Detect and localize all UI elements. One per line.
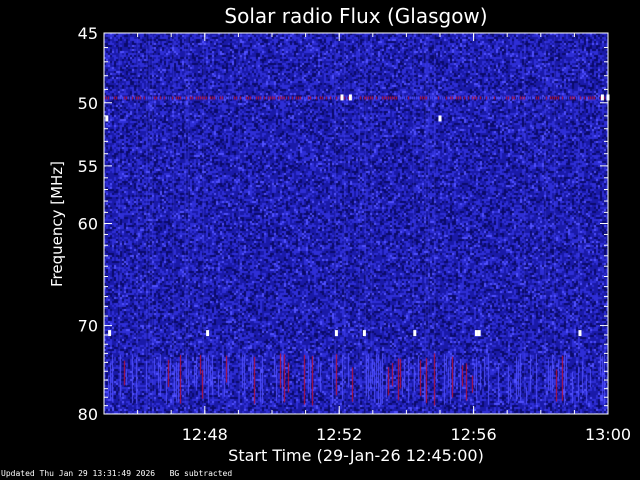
updated-timestamp: Updated Thu Jan 29 13:31:49 2026 (1, 469, 156, 478)
footer: Updated Thu Jan 29 13:31:49 2026 BG subt… (1, 469, 232, 479)
bright-spot (108, 330, 112, 337)
y-tick-label: 55 (78, 157, 98, 176)
y-tick-label: 80 (78, 405, 98, 424)
bright-spot (413, 330, 417, 337)
bright-spot (600, 94, 604, 101)
y-tick-label: 70 (78, 317, 98, 336)
x-tick-label: 12:48 (182, 425, 228, 444)
background-subtracted-note: BG subtracted (169, 469, 233, 478)
bright-spot (474, 330, 478, 337)
bright-spot (334, 330, 338, 337)
bright-spot (340, 94, 344, 101)
bright-spot (477, 330, 481, 337)
y-tick-label: 50 (78, 94, 98, 113)
bright-spot (362, 330, 366, 337)
bright-spot (348, 94, 352, 101)
x-tick-label: 12:52 (316, 425, 362, 444)
x-tick-label: 13:00 (585, 425, 631, 444)
bright-spot (578, 330, 582, 337)
y-axis-label: Frequency [MHz] (48, 161, 66, 287)
x-tick-label: 12:56 (451, 425, 497, 444)
heatmap-image (104, 33, 608, 414)
y-tick-label: 45 (78, 24, 98, 43)
spectrogram-chart: Solar radio Flux (Glasgow) Frequency [MH… (48, 4, 631, 465)
x-axis-label: Start Time (29-Jan-26 12:45:00) (228, 446, 484, 465)
plot-area (104, 33, 610, 414)
y-tick-label: 60 (78, 215, 98, 234)
bright-spot (438, 115, 442, 122)
bright-spot (206, 330, 210, 337)
chart-title: Solar radio Flux (Glasgow) (224, 4, 487, 28)
